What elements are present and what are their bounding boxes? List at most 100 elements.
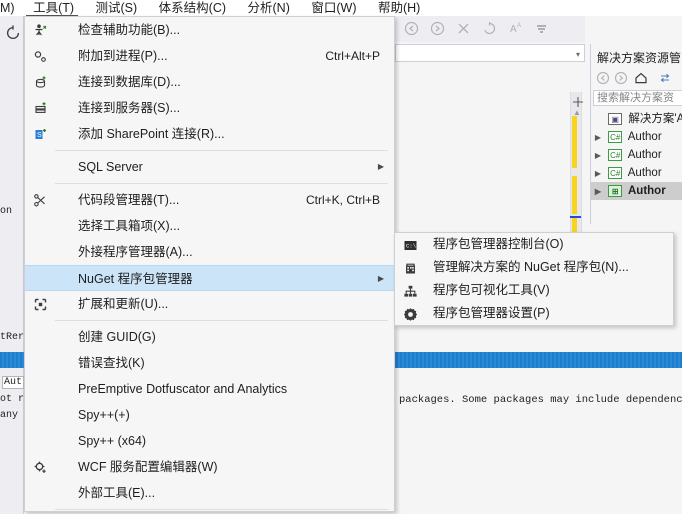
tree-item-project[interactable]: ▶ C# Author <box>591 164 682 182</box>
menu-item-label: 外接程序管理器(A)... <box>78 245 193 259</box>
menu-item-label: PreEmptive Dotfuscator and Analytics <box>78 382 288 396</box>
menu-item-label: 检查辅助功能(B)... <box>78 23 181 37</box>
solution-explorer-title: 解决方案资源管 <box>597 51 682 65</box>
snippet-manager-icon <box>32 192 48 208</box>
back-icon[interactable] <box>403 20 420 37</box>
editor-fragment: tRer <box>0 332 25 343</box>
menu-item-label: 连接到服务器(S)... <box>78 101 181 115</box>
menu-item-label: 错误查找(K) <box>78 356 145 370</box>
editor-fragment: ot r <box>0 394 25 405</box>
menu-item-add-sharepoint-connection[interactable]: S 添加 SharePoint 连接(R)... <box>25 121 394 147</box>
editor-fragment: on <box>0 206 13 217</box>
tree-item-label: Author <box>627 167 662 179</box>
menu-item-label: Spy++(+) <box>78 408 130 422</box>
left-tool-strip <box>0 16 24 514</box>
menu-item-error-lookup[interactable]: 错误查找(K) <box>25 350 394 376</box>
refresh-icon[interactable] <box>4 24 22 42</box>
menu-bar: M) 工具(T) 测试(S) 体系结构(C) 分析(N) 窗口(W) 帮助(H) <box>0 0 682 16</box>
forward-icon[interactable] <box>613 70 629 86</box>
menubar-item-test[interactable]: 测试(S) <box>87 0 147 16</box>
solution-explorer-search-input[interactable]: 搜索解决方案资 <box>593 90 682 106</box>
menu-item-check-accessibility[interactable]: 检查辅助功能(B)... <box>25 17 394 43</box>
menu-item-shortcut: Ctrl+Alt+P <box>325 49 380 63</box>
menu-item-wcf-config-editor[interactable]: WCF 服务配置编辑器(W) <box>25 454 394 480</box>
attach-process-icon <box>32 48 48 64</box>
menu-item-sql-server[interactable]: SQL Server ▶ <box>25 154 394 180</box>
tree-item-project-selected[interactable]: ▶ ⊞ Author <box>591 182 682 200</box>
forward-icon[interactable] <box>429 20 446 37</box>
back-icon[interactable] <box>595 70 611 86</box>
tree-item-label: 解决方案'A <box>628 113 682 125</box>
extensions-icon <box>32 296 48 312</box>
menu-item-shortcut: Ctrl+K, Ctrl+B <box>305 193 380 207</box>
menu-item-create-guid[interactable]: 创建 GUID(G) <box>25 324 394 350</box>
tree-item-label: Author <box>627 149 662 161</box>
menu-item-attach-to-process[interactable]: 附加到进程(P)... Ctrl+Alt+P <box>25 43 394 69</box>
caret-position-marker <box>570 216 581 218</box>
menu-item-package-visualizer[interactable]: 程序包可视化工具(V) <box>395 279 673 302</box>
tree-item-project[interactable]: ▶ C# Author <box>591 146 682 164</box>
menu-item-extensions-and-updates[interactable]: 扩展和更新(U)... <box>25 291 394 317</box>
menu-separator <box>55 183 388 184</box>
sync-icon[interactable] <box>657 70 673 86</box>
menu-separator <box>55 150 388 151</box>
menu-item-nuget-package-manager[interactable]: NuGet 程序包管理器 ▶ <box>25 265 394 291</box>
sharepoint-icon: S <box>32 126 48 142</box>
menubar-item-window[interactable]: 窗口(W) <box>302 0 365 16</box>
menu-item-manage-nuget-for-solution[interactable]: 管理解决方案的 NuGet 程序包(N)... <box>395 256 673 279</box>
menu-separator <box>55 320 388 321</box>
overflow-icon[interactable] <box>533 20 550 37</box>
solution-explorer-panel: 解决方案资源管 搜索解决方案资 ▣ 解决方案'A ▶ C# Author ▶ C… <box>590 44 682 224</box>
menu-item-label: 添加 SharePoint 连接(R)... <box>78 127 225 141</box>
menubar-item-architecture[interactable]: 体系结构(C) <box>150 0 235 16</box>
tree-item-project[interactable]: ▶ C# Author <box>591 128 682 146</box>
menubar-item-clipped[interactable]: M) <box>0 0 21 16</box>
tree-expander-icon[interactable]: ▶ <box>591 147 605 164</box>
menu-item-connect-server[interactable]: 连接到服务器(S)... <box>25 95 394 121</box>
csharp-project-icon: C# <box>608 130 623 143</box>
menu-item-choose-toolbox-items[interactable]: 选择工具箱项(X)... <box>25 213 394 239</box>
home-icon[interactable] <box>633 70 649 86</box>
menu-item-spy-plus-plus-x64[interactable]: Spy++ (x64) <box>25 428 394 454</box>
menu-separator <box>55 509 388 510</box>
menubar-item-analyze[interactable]: 分析(N) <box>239 0 299 16</box>
csharp-project-icon: C# <box>608 148 623 161</box>
tree-expander-icon[interactable]: ▶ <box>591 183 605 200</box>
tree-expander-icon[interactable]: ▶ <box>591 129 605 146</box>
menu-item-label: WCF 服务配置编辑器(W) <box>78 460 218 474</box>
menu-item-label: 外部工具(E)... <box>78 486 156 500</box>
menu-item-label: 扩展和更新(U)... <box>78 297 169 311</box>
editor-fragment: any <box>0 410 19 421</box>
menu-item-connect-database[interactable]: 连接到数据库(D)... <box>25 69 394 95</box>
splitter-handle-icon[interactable] <box>570 96 586 108</box>
search-combo[interactable]: ▾ <box>395 44 585 62</box>
close-icon[interactable] <box>455 20 472 37</box>
menu-item-spy-plus-plus[interactable]: Spy++(+) <box>25 402 394 428</box>
find-toolbar: AA <box>395 16 585 42</box>
menu-item-package-manager-console[interactable]: C:\ 程序包管理器控制台(O) <box>395 233 673 256</box>
change-marker <box>572 116 577 168</box>
connect-server-icon <box>32 100 48 116</box>
hierarchy-icon <box>402 283 418 299</box>
solution-tree: ▣ 解决方案'A ▶ C# Author ▶ C# Author ▶ C# Au… <box>591 110 682 200</box>
menu-item-label: 选择工具箱项(X)... <box>78 219 181 233</box>
refresh-icon[interactable] <box>481 20 498 37</box>
tree-item-label: Author <box>627 131 662 143</box>
font-size-icon[interactable]: AA <box>507 20 524 37</box>
menu-item-preemptive-dotfuscator[interactable]: PreEmptive Dotfuscator and Analytics <box>25 376 394 402</box>
menu-item-external-tools[interactable]: 外部工具(E)... <box>25 480 394 506</box>
tree-item-label: Author <box>627 185 666 197</box>
menu-item-code-snippets-manager[interactable]: 代码段管理器(T)... Ctrl+K, Ctrl+B <box>25 187 394 213</box>
menubar-item-tools[interactable]: 工具(T) <box>24 0 83 16</box>
chevron-right-icon: ▶ <box>377 162 384 171</box>
tree-expander-icon[interactable]: ▶ <box>591 165 605 182</box>
wcf-config-icon <box>32 459 48 475</box>
chevron-down-icon[interactable]: ▾ <box>576 50 580 59</box>
svg-text:A: A <box>517 23 521 29</box>
menubar-item-help[interactable]: 帮助(H) <box>369 0 429 16</box>
csharp-project-icon: C# <box>608 166 623 179</box>
svg-text:A: A <box>510 24 517 35</box>
tree-item-solution[interactable]: ▣ 解决方案'A <box>591 110 682 128</box>
menu-item-package-manager-settings[interactable]: 程序包管理器设置(P) <box>395 302 673 325</box>
menu-item-addin-manager[interactable]: 外接程序管理器(A)... <box>25 239 394 265</box>
